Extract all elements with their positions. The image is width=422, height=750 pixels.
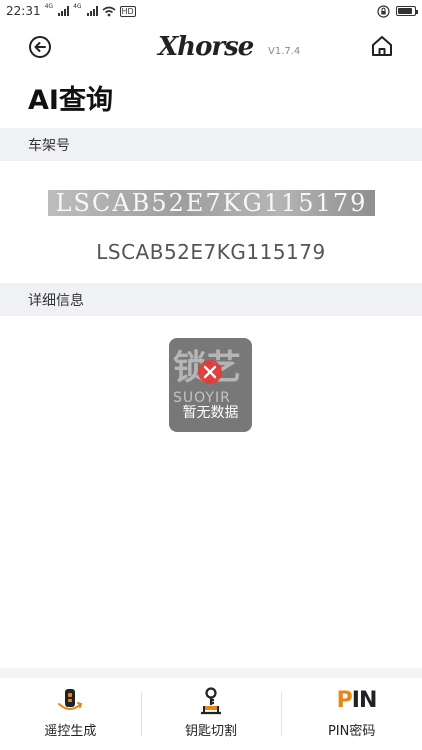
nav-item-pin[interactable]: PIN PIN密码: [281, 678, 422, 750]
network-type-2: 4G: [73, 3, 82, 10]
hd-badge: HD: [119, 5, 136, 17]
pin-icon: PIN: [336, 688, 378, 713]
status-bar: 22:31 4G 4G HD: [0, 0, 422, 22]
network-type-1: 4G: [44, 3, 54, 10]
back-button[interactable]: [28, 35, 52, 59]
wifi-icon: [102, 6, 116, 16]
detail-section-header: 详细信息: [0, 283, 422, 316]
signal-icon-2: [86, 6, 98, 16]
nav-label-key-cut: 钥匙切割: [185, 724, 238, 739]
status-time: 22:31: [6, 4, 41, 18]
vin-section-header: 车架号: [0, 128, 422, 161]
home-button[interactable]: [370, 34, 394, 58]
vin-scan-image: LSCAB52E7KG115179: [48, 189, 375, 217]
app-header: Xhorse V1.7.4: [0, 28, 422, 68]
nav-label-pin: PIN密码: [327, 724, 376, 739]
bottom-nav: 遥控生成 钥匙切割 PIN PIN密码: [0, 678, 422, 750]
signal-icon: [58, 6, 70, 16]
nav-item-remote[interactable]: 遥控生成: [0, 678, 141, 750]
toast-message: 暂无数据: [182, 405, 239, 421]
lock-rotation-icon: [377, 4, 390, 18]
nav-label-remote: 遥控生成: [44, 724, 97, 739]
bottom-separator: [0, 668, 422, 678]
error-icon: [198, 360, 222, 384]
vin-image-text: LSCAB52E7KG115179: [55, 189, 368, 217]
brand-logo: Xhorse: [158, 32, 254, 62]
battery-icon: [396, 6, 418, 16]
vin-value: LSCAB52E7KG115179: [96, 240, 326, 264]
nav-item-key-cut[interactable]: 钥匙切割: [140, 678, 282, 750]
app-version: V1.7.4: [268, 46, 301, 57]
page-title: AI查询: [28, 85, 113, 116]
key-cut-icon: [201, 687, 221, 715]
no-data-toast: 锁艺 SUOYIR 暂无数据: [169, 338, 252, 432]
remote-icon: [58, 689, 83, 710]
